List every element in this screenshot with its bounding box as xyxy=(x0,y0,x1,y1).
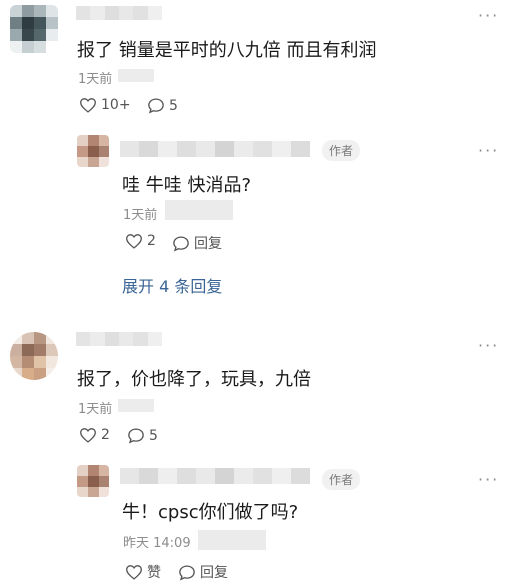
location-blurred xyxy=(118,69,154,82)
reply-button[interactable]: 5 xyxy=(127,427,158,444)
like-count: 2 xyxy=(147,233,156,249)
avatar[interactable] xyxy=(10,332,58,380)
more-options-icon[interactable]: ··· xyxy=(478,6,499,25)
more-options-icon[interactable]: ··· xyxy=(478,336,499,355)
heart-icon xyxy=(126,565,142,580)
like-button[interactable]: 2 xyxy=(79,427,110,443)
reply-label: 回复 xyxy=(200,565,228,581)
location-blurred xyxy=(198,530,266,550)
reply-count: 5 xyxy=(169,97,178,114)
location-blurred xyxy=(165,200,233,220)
avatar[interactable] xyxy=(77,135,109,167)
username-blurred[interactable] xyxy=(76,332,162,346)
reply-label: 回复 xyxy=(194,236,222,252)
expand-replies-link[interactable]: 展开 4 条回复 xyxy=(122,273,222,297)
comment-bubble-icon xyxy=(128,428,144,444)
heart-icon xyxy=(126,234,142,249)
comment-bubble-icon xyxy=(148,98,164,114)
username-blurred[interactable] xyxy=(120,468,310,484)
more-options-icon[interactable]: ··· xyxy=(478,470,499,489)
comment-text: 报了，价也降了，玩具，九倍 xyxy=(77,369,311,390)
reply-button[interactable]: 回复 xyxy=(172,233,222,253)
like-button[interactable]: 2 xyxy=(125,233,156,249)
like-count: 10+ xyxy=(101,97,131,113)
reply-button[interactable]: 回复 xyxy=(178,562,228,582)
like-count: 2 xyxy=(101,427,110,443)
comment-text: 报了 销量是平时的八九倍 而且有利润 xyxy=(77,40,377,61)
reply-text: 牛！cpsc你们做了吗? xyxy=(122,502,299,523)
avatar[interactable] xyxy=(10,5,58,53)
heart-icon xyxy=(80,98,96,113)
comment-time: 1天前 xyxy=(78,72,113,87)
reply-text: 哇 牛哇 快消品? xyxy=(122,175,251,196)
comment-bubble-icon xyxy=(173,235,189,251)
author-badge: 作者 xyxy=(322,469,361,490)
like-button[interactable]: 10+ xyxy=(79,97,131,113)
reply-time: 昨天 14:09 xyxy=(123,536,191,551)
location-blurred xyxy=(118,399,154,412)
more-options-icon[interactable]: ··· xyxy=(478,141,499,160)
author-badge: 作者 xyxy=(322,140,361,161)
like-button[interactable]: 赞 xyxy=(125,562,161,582)
comment-bubble-icon xyxy=(179,564,195,580)
heart-icon xyxy=(80,428,96,443)
like-label: 赞 xyxy=(147,565,161,581)
reply-time: 1天前 xyxy=(123,208,158,223)
username-blurred[interactable] xyxy=(120,141,310,157)
avatar[interactable] xyxy=(77,465,109,497)
reply-button[interactable]: 5 xyxy=(147,97,178,114)
comment-time: 1天前 xyxy=(78,402,113,417)
reply-count: 5 xyxy=(149,427,158,444)
username-blurred[interactable] xyxy=(76,6,162,20)
